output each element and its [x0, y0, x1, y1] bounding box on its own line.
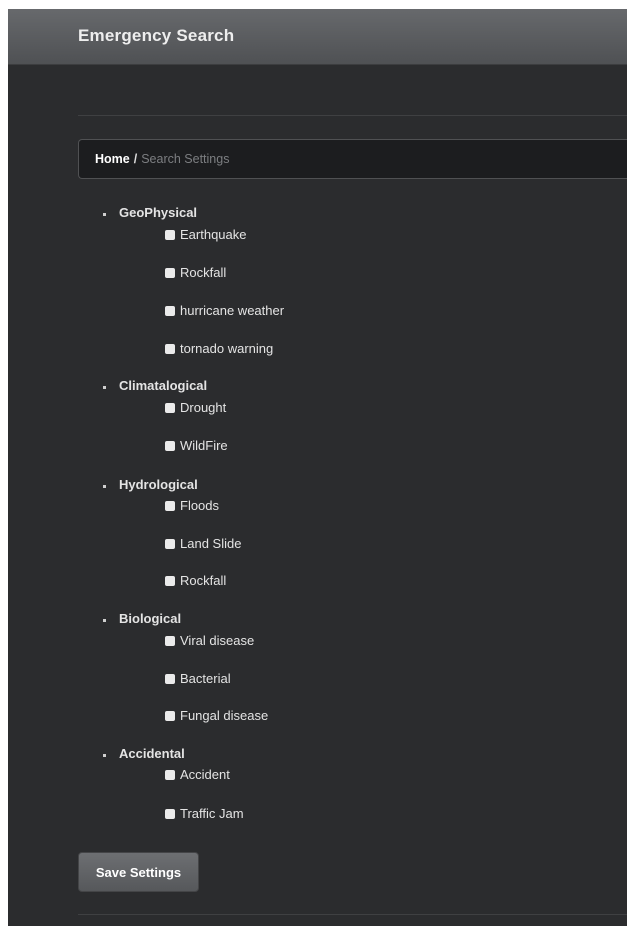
- breadcrumb-current: Search Settings: [141, 152, 230, 166]
- option-label: Viral disease: [180, 633, 255, 648]
- category-geophysical: GeoPhysical: [119, 205, 198, 220]
- option-tornado-warning[interactable]: tornado warning: [165, 341, 273, 357]
- option-label: tornado warning: [180, 341, 274, 356]
- option-floods[interactable]: Floods: [165, 498, 219, 514]
- category-accidental: Accidental: [119, 746, 185, 761]
- option-fungal-disease[interactable]: Fungal disease: [165, 708, 268, 724]
- checkbox-fungal-disease[interactable]: [165, 711, 175, 721]
- checkbox-bacterial[interactable]: [165, 674, 175, 684]
- breadcrumb: Home / Search Settings: [78, 139, 627, 179]
- category-climatalogical: Climatalogical: [119, 378, 208, 393]
- checkbox-viral-disease[interactable]: [165, 636, 175, 646]
- option-accident[interactable]: Accident: [165, 767, 230, 783]
- option-label: Rockfall: [180, 573, 227, 588]
- option-hurricane-weather[interactable]: hurricane weather: [165, 303, 284, 319]
- option-earthquake[interactable]: Earthquake: [165, 227, 247, 243]
- option-land-slide[interactable]: Land Slide: [165, 536, 241, 552]
- save-settings-button[interactable]: Save Settings: [78, 852, 199, 892]
- option-viral-disease[interactable]: Viral disease: [165, 633, 254, 649]
- option-drought[interactable]: Drought: [165, 400, 226, 416]
- option-label: Fungal disease: [180, 708, 269, 723]
- category-hydrological: Hydrological: [119, 477, 198, 492]
- option-rockfall-geophysical[interactable]: Rockfall: [165, 265, 226, 281]
- option-label: hurricane weather: [180, 303, 285, 318]
- app-title[interactable]: Emergency Search: [78, 26, 234, 46]
- checkbox-floods[interactable]: [165, 501, 175, 511]
- option-bacterial[interactable]: Bacterial: [165, 671, 231, 687]
- option-label: Earthquake: [180, 227, 247, 242]
- option-traffic-jam[interactable]: Traffic Jam: [165, 806, 244, 822]
- breadcrumb-separator: /: [133, 152, 138, 166]
- divider-bottom: [78, 914, 627, 915]
- checkbox-earthquake[interactable]: [165, 230, 175, 240]
- option-label: Land Slide: [180, 536, 242, 551]
- list-bullet-icon: [103, 386, 106, 389]
- checkbox-rockfall-hydrological[interactable]: [165, 576, 175, 586]
- checkbox-rockfall-geophysical[interactable]: [165, 268, 175, 278]
- category-biological: Biological: [119, 611, 182, 626]
- checkbox-tornado-warning[interactable]: [165, 344, 175, 354]
- option-rockfall-hydrological[interactable]: Rockfall: [165, 573, 226, 589]
- list-bullet-icon: [103, 485, 106, 488]
- option-label: Traffic Jam: [180, 806, 244, 821]
- option-label: Rockfall: [180, 265, 227, 280]
- checkbox-hurricane-weather[interactable]: [165, 306, 175, 316]
- option-label: WildFire: [180, 438, 228, 453]
- checkbox-accident[interactable]: [165, 770, 175, 780]
- checkbox-land-slide[interactable]: [165, 539, 175, 549]
- checkbox-traffic-jam[interactable]: [165, 809, 175, 819]
- checkbox-drought[interactable]: [165, 403, 175, 413]
- navbar: Emergency Search: [8, 9, 627, 65]
- option-label: Bacterial: [180, 671, 231, 686]
- divider-top: [78, 115, 627, 116]
- option-label: Accident: [180, 767, 230, 782]
- breadcrumb-home-link[interactable]: Home: [95, 152, 130, 166]
- option-label: Drought: [180, 400, 227, 415]
- app-window: Emergency Search Home / Search Settings Ge…: [8, 9, 627, 926]
- checkbox-wildfire[interactable]: [165, 441, 175, 451]
- option-wildfire[interactable]: WildFire: [165, 438, 228, 454]
- list-bullet-icon: [103, 754, 106, 757]
- list-bullet-icon: [103, 619, 106, 622]
- list-bullet-icon: [103, 213, 106, 216]
- option-label: Floods: [180, 498, 220, 513]
